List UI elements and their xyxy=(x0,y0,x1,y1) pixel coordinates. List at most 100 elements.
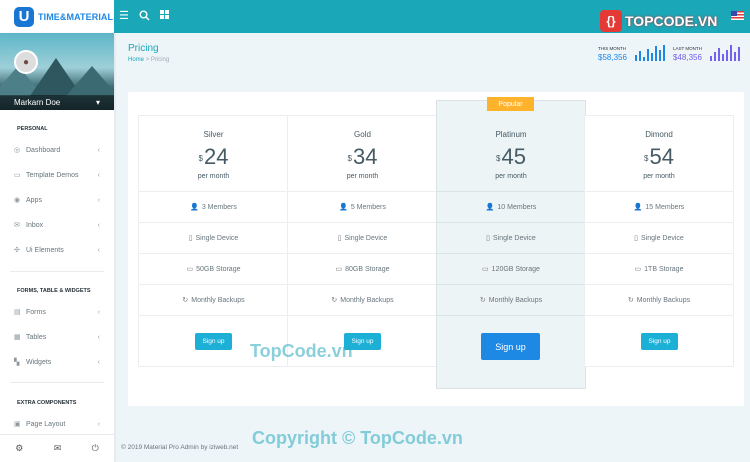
storage-icon: ▭ xyxy=(335,266,343,273)
currency-symbol: $ xyxy=(347,154,352,163)
gauge-icon: ◎ xyxy=(14,147,21,154)
brand-name: TIME&MATERIAL xyxy=(38,11,114,22)
plan-period: per month xyxy=(495,173,527,180)
chevron-left-icon: ‹ xyxy=(97,358,100,366)
feature-text: 3 Members xyxy=(201,203,237,211)
plan-name: Dimond xyxy=(645,130,673,139)
breadcrumb-current: Pricing xyxy=(150,57,170,63)
refresh-icon: ↻ xyxy=(331,297,338,304)
sidebar-item-label: Inbox xyxy=(26,221,44,229)
profile-name-bar[interactable]: Markarn Doe ▾ xyxy=(0,95,114,110)
page-title: Pricing xyxy=(128,43,159,54)
sidebar-item-ui-elements[interactable]: ✣ Ui Elements ‹ xyxy=(14,246,100,255)
plan-price: $24 xyxy=(139,146,288,168)
storage-icon: ▭ xyxy=(186,266,194,273)
power-icon[interactable]: ⏻ xyxy=(92,443,99,454)
feature-text: Monthly Backups xyxy=(340,296,394,304)
sidebar-item-label: Template Demos xyxy=(26,171,79,179)
mail-icon[interactable]: ✉ xyxy=(54,443,62,454)
feature-text: 10 Members xyxy=(497,203,537,211)
stat-label: LAST MONTH xyxy=(673,46,702,51)
breadcrumb: Home > Pricing xyxy=(128,57,169,63)
menu-icon[interactable]: ☰ xyxy=(119,10,129,22)
sidebar-item-forms[interactable]: ▤ Forms ‹ xyxy=(14,308,100,317)
feature-text: Single Device xyxy=(344,234,388,242)
grid-icon[interactable] xyxy=(160,10,169,22)
signup-button[interactable]: Sign up xyxy=(641,333,678,350)
plan-feature-backup: ↻ Monthly Backups xyxy=(437,284,585,315)
sidebar-item-template-demos[interactable]: ▭ Template Demos ‹ xyxy=(14,171,100,180)
plan-period: per month xyxy=(197,173,230,180)
us-flag-icon[interactable] xyxy=(731,11,744,20)
price-amount: 54 xyxy=(649,144,674,169)
plan-feature-device: ▯ Single Device xyxy=(437,222,585,253)
app-root: U TIME&MATERIAL ☰ {} TOPCODE.VN ● Markar… xyxy=(0,0,750,462)
plan-price: $34 xyxy=(288,146,437,168)
table-icon: ▦ xyxy=(14,334,21,341)
user-icon: 👤 xyxy=(485,204,495,211)
profile-name: Markarn Doe xyxy=(14,98,61,107)
plan-feature-storage: ▭ 80GB Storage xyxy=(288,253,437,284)
plan-silver: Silver $24 per month 👤 3 Members ▯ Single … xyxy=(138,115,288,367)
stat-value: $58,356 xyxy=(598,53,627,62)
chevron-left-icon: ‹ xyxy=(97,308,100,316)
sparkline-this-month xyxy=(635,45,665,61)
signup-button[interactable]: Sign up xyxy=(344,333,381,350)
profile-panel: ● Markarn Doe ▾ xyxy=(0,33,114,110)
breadcrumb-separator: > xyxy=(145,57,150,63)
sidebar-item-tables[interactable]: ▦ Tables ‹ xyxy=(14,333,100,342)
plan-feature-storage: ▭ 50GB Storage xyxy=(139,253,288,284)
chevron-left-icon: ‹ xyxy=(97,420,100,428)
refresh-icon: ↻ xyxy=(479,297,486,304)
sidebar-item-page-layout[interactable]: ▣ Page Layout ‹ xyxy=(14,420,100,429)
widgets-icon: ▚ xyxy=(14,359,20,366)
topcode-logo-text: TOPCODE.VN xyxy=(625,13,718,29)
chevron-down-icon: ▾ xyxy=(95,98,100,107)
plan-action-row xyxy=(437,315,585,316)
signup-button[interactable]: Sign up xyxy=(481,333,540,360)
sidebar-item-apps[interactable]: ◉ Apps ‹ xyxy=(14,196,100,205)
feature-text: Monthly Backups xyxy=(191,296,245,304)
refresh-icon: ↻ xyxy=(182,297,189,304)
mobile-icon: ▯ xyxy=(634,235,639,242)
plan-feature-members: 👤 3 Members xyxy=(139,191,288,222)
settings-icon[interactable]: ⚙ xyxy=(15,443,23,454)
plan-feature-storage: ▭ 1TB Storage xyxy=(585,253,733,284)
price-amount: 24 xyxy=(203,144,229,169)
user-icon: 👤 xyxy=(190,204,199,211)
breadcrumb-home[interactable]: Home xyxy=(128,57,144,63)
currency-symbol: $ xyxy=(644,154,649,163)
pricing-card: Silver $24 per month 👤 3 Members ▯ Single … xyxy=(128,92,744,406)
storage-icon: ▭ xyxy=(482,266,489,273)
sparkline-last-month xyxy=(710,45,740,61)
sidebar-item-dashboard[interactable]: ◎ Dashboard ‹ xyxy=(14,146,100,155)
sidebar-item-label: Page Layout xyxy=(26,420,66,428)
sidebar-divider xyxy=(10,382,104,383)
feature-text: Monthly Backups xyxy=(636,296,691,304)
plan-feature-device: ▯ Single Device xyxy=(288,222,437,253)
stat-this-month: THIS MONTH $58,356 xyxy=(598,46,627,62)
plan-feature-members: 👤 5 Members xyxy=(288,191,437,222)
plan-feature-members: 👤 15 Members xyxy=(585,191,733,222)
brand-logo[interactable]: U TIME&MATERIAL xyxy=(0,0,114,33)
sidebar-item-inbox[interactable]: ✉ Inbox ‹ xyxy=(14,221,100,230)
sidebar-footer: ⚙ ✉ ⏻ xyxy=(0,434,114,462)
feature-text: Monthly Backups xyxy=(488,296,543,304)
feature-text: 5 Members xyxy=(350,203,386,211)
stat-value: $48,356 xyxy=(673,53,702,62)
sidebar-item-label: Apps xyxy=(26,196,42,204)
search-icon[interactable] xyxy=(139,10,150,24)
form-icon: ▤ xyxy=(14,309,21,316)
plan-name: Platinum xyxy=(495,130,527,139)
chevron-left-icon: ‹ xyxy=(97,221,100,229)
signup-button[interactable]: Sign up xyxy=(195,333,232,350)
avatar[interactable]: ● xyxy=(14,50,38,74)
currency-symbol: $ xyxy=(198,154,203,163)
sidebar-item-widgets[interactable]: ▚ Widgets ‹ xyxy=(14,358,100,367)
storage-icon: ▭ xyxy=(634,266,642,273)
feature-text: 50GB Storage xyxy=(196,265,241,273)
sidebar: ● Markarn Doe ▾ PERSONAL ◎ Dashboard ‹ ▭ Te… xyxy=(0,33,114,462)
sidebar-item-label: Ui Elements xyxy=(26,246,64,254)
feature-text: Single Device xyxy=(195,234,239,242)
section-title-personal: PERSONAL xyxy=(17,126,48,132)
